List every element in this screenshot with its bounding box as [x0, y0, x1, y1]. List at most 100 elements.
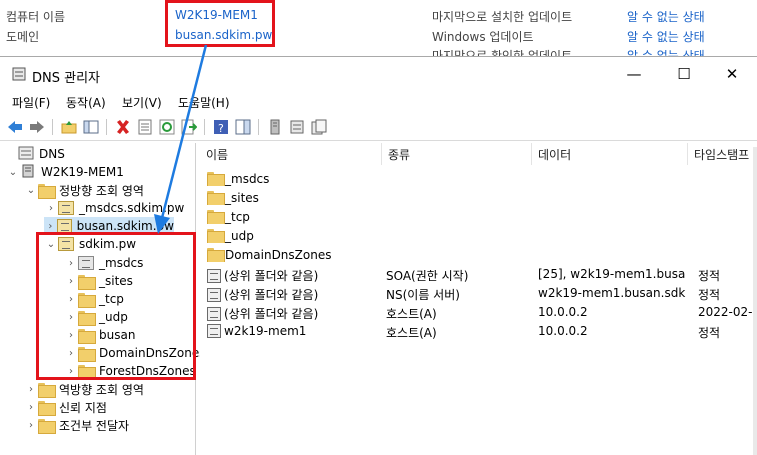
folder-icon — [207, 172, 225, 186]
vertical-scrollbar[interactable] — [753, 147, 757, 455]
list-item-timestamp: 정적 — [698, 288, 721, 302]
list-item-data: 10.0.0.2 — [538, 305, 588, 319]
close-button[interactable]: ✕ — [709, 57, 755, 91]
tree-label-zone-msdcs: _msdcs.sdkim.pw — [79, 201, 185, 215]
tree-item-trust-points[interactable]: › 신뢰 지점 — [24, 398, 107, 416]
help-icon[interactable]: ? — [212, 118, 230, 136]
list-item[interactable]: _udp — [200, 227, 757, 246]
record-icon — [207, 269, 221, 283]
column-header-type[interactable]: 종류 — [382, 143, 532, 165]
records-icon[interactable] — [310, 118, 328, 136]
chevron-right-icon[interactable]: › — [24, 380, 38, 398]
list-item-name-text: DomainDnsZones — [225, 248, 332, 262]
show-tree-icon[interactable] — [82, 118, 100, 136]
folder-icon — [38, 418, 56, 434]
list-item-name: DomainDnsZones — [207, 248, 381, 262]
chevron-right-icon[interactable]: › — [44, 199, 58, 217]
list-item-name-text: _tcp — [225, 210, 250, 224]
minimize-button[interactable]: — — [611, 57, 657, 91]
properties-icon[interactable] — [136, 118, 154, 136]
list-item[interactable]: _tcp — [200, 208, 757, 227]
last-installed-update-value[interactable]: 알 수 없는 상태 — [627, 8, 705, 25]
forward-icon[interactable] — [28, 118, 46, 136]
tree-item-conditional-forwarders[interactable]: › 조건부 전달자 — [24, 416, 129, 434]
toolbar: ? — [0, 115, 757, 141]
server-properties-panel: 컴퓨터 이름 도메인 W2K19-MEM1 busan.sdkim.pw 마지막… — [0, 0, 757, 63]
list-item-timestamp: 2022-02- — [698, 305, 753, 319]
list-item-name-text: w2k19-mem1 — [224, 324, 307, 338]
list-item-type: NS(이름 서버) — [386, 288, 460, 302]
list-item-timestamp: 정적 — [698, 326, 721, 340]
back-icon[interactable] — [6, 118, 24, 136]
column-header-timestamp[interactable]: 타임스탬프 — [688, 143, 757, 165]
tree-label-forward-zones: 정방향 조회 영역 — [59, 183, 144, 198]
menu-help[interactable]: 도움말(H) — [178, 94, 230, 111]
chevron-right-icon[interactable]: › — [24, 416, 38, 434]
refresh-icon[interactable] — [158, 118, 176, 136]
list-item-type: SOA(권한 시작) — [386, 269, 469, 283]
folder-icon — [38, 183, 56, 199]
list-item-data: [25], w2k19-mem1.busa... — [538, 267, 686, 281]
folder-icon — [38, 382, 56, 398]
list-item[interactable]: _msdcs — [200, 170, 757, 189]
dns-app-icon — [12, 67, 26, 81]
list-item-name: _sites — [207, 191, 381, 205]
tree-item-dns[interactable]: DNS — [4, 145, 65, 163]
chevron-down-icon[interactable]: ⌄ — [24, 181, 38, 199]
action-pane-icon[interactable] — [234, 118, 252, 136]
list-item-name: (상위 폴더와 같음) — [207, 305, 381, 322]
record-icon — [207, 324, 221, 338]
column-header-data[interactable]: 데이터 — [532, 143, 688, 165]
list-item[interactable]: (상위 폴더와 같음) 호스트(A) 10.0.0.2 2022-02- — [200, 303, 757, 322]
up-folder-icon[interactable] — [60, 118, 78, 136]
annotation-box-sdkim-zone — [36, 232, 196, 380]
list-item[interactable]: _sites — [200, 189, 757, 208]
menu-file[interactable]: 파일(F) — [12, 94, 50, 111]
record-icon — [207, 307, 221, 321]
export-list-icon[interactable] — [180, 118, 198, 136]
annotation-box-server-info — [165, 0, 275, 47]
list-item-name-text: _sites — [225, 191, 259, 205]
delete-icon[interactable] — [114, 118, 132, 136]
server-icon — [20, 164, 36, 181]
list-item[interactable]: (상위 폴더와 같음) SOA(권한 시작) [25], w2k19-mem1.… — [200, 265, 757, 284]
list-item-data: 10.0.0.2 — [538, 324, 588, 338]
windows-update-value[interactable]: 알 수 없는 상태 — [627, 28, 705, 45]
zone-icon — [58, 201, 74, 215]
list-item-name: _msdcs — [207, 172, 381, 186]
folder-icon — [207, 191, 225, 205]
zone-record-icon[interactable] — [288, 118, 306, 136]
tree-label-dns: DNS — [39, 147, 65, 161]
tree-label-conditional-forwarders: 조건부 전달자 — [59, 418, 130, 433]
tree-label-trust-points: 신뢰 지점 — [59, 400, 107, 415]
server-icon[interactable] — [266, 118, 284, 136]
column-header-name[interactable]: 이름 — [200, 143, 382, 165]
list-item-name: (상위 폴더와 같음) — [207, 286, 381, 303]
folder-icon — [38, 400, 56, 416]
menu-view[interactable]: 보기(V) — [122, 94, 162, 111]
list-item[interactable]: w2k19-mem1 호스트(A) 10.0.0.2 정적 — [200, 322, 757, 341]
chevron-right-icon[interactable]: › — [24, 398, 38, 416]
list-item-type: 호스트(A) — [386, 307, 437, 321]
tree-item-reverse-zones[interactable]: › 역방향 조회 영역 — [24, 380, 144, 398]
list-item-data: w2k19-mem1.busan.sdki... — [538, 286, 686, 300]
list-item-timestamp: 정적 — [698, 269, 721, 283]
dns-root-icon — [18, 146, 34, 163]
windows-update-label: Windows 업데이트 — [432, 30, 534, 44]
chevron-down-icon[interactable]: ⌄ — [6, 163, 20, 181]
list-item-name: w2k19-mem1 — [207, 324, 381, 338]
maximize-button[interactable]: ☐ — [661, 57, 707, 91]
menu-bar: 파일(F) 동작(A) 보기(V) 도움말(H) — [0, 91, 757, 113]
tree-item-forward-zones[interactable]: ⌄ 정방향 조회 영역 — [24, 181, 144, 199]
tree-item-zone-msdcs[interactable]: › _msdcs.sdkim.pw — [44, 199, 184, 217]
last-installed-update-label: 마지막으로 설치한 업데이트 — [432, 10, 573, 24]
list-item[interactable]: DomainDnsZones — [200, 246, 757, 265]
domain-label: 도메인 — [6, 30, 40, 44]
menu-action[interactable]: 동작(A) — [66, 94, 106, 111]
list-item-name-text: _udp — [225, 229, 254, 243]
toolbar-separator — [106, 119, 107, 135]
tree-item-server[interactable]: ⌄ W2K19-MEM1 — [6, 163, 124, 181]
list-item[interactable]: (상위 폴더와 같음) NS(이름 서버) w2k19-mem1.busan.s… — [200, 284, 757, 303]
list-item-name-text: (상위 폴더와 같음) — [224, 288, 319, 302]
